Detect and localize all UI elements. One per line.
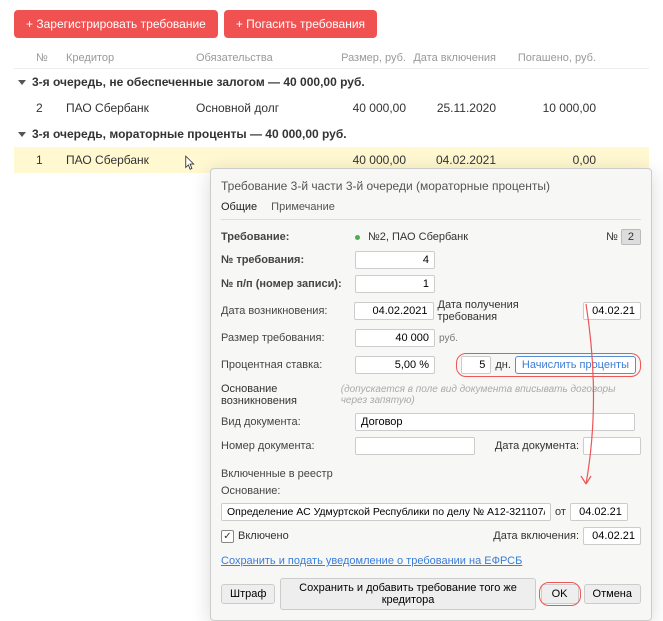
date-received-input[interactable] — [583, 302, 641, 320]
group-row-1[interactable]: 3-я очередь, не обеспеченные залогом — 4… — [14, 69, 649, 95]
date-included-input[interactable] — [583, 527, 641, 545]
label-date-received: Дата получения требования — [438, 299, 579, 323]
label-reqnum: № требования: — [221, 254, 351, 266]
table-header: № Кредитор Обязательства Размер, руб. Да… — [14, 48, 649, 69]
register-requirement-button[interactable]: + Зарегистрировать требование — [14, 10, 218, 38]
requirement-value: №2, ПАО Сбербанк — [368, 231, 468, 243]
label-recnum: № п/п (номер записи): — [221, 278, 351, 290]
payoff-requirements-button[interactable]: + Погасить требования — [224, 10, 377, 38]
label-basis: Основание возникновения — [221, 383, 337, 407]
modal-tabs: Общие Примечание — [221, 199, 641, 220]
included-section-label: Включенные в реестр — [221, 462, 641, 482]
calculate-interest-button[interactable]: Начислить проценты — [515, 356, 636, 374]
label-docnum: Номер документа: — [221, 440, 351, 452]
rate-input[interactable] — [355, 356, 435, 374]
label-date-origin: Дата возникновения: — [221, 305, 350, 317]
days-input[interactable] — [461, 356, 491, 374]
label-rate: Процентная ставка: — [221, 359, 351, 371]
table-row[interactable]: 2 ПАО Сбербанк Основной долг 40 000,00 2… — [14, 95, 649, 121]
label-basis2: Основание: — [221, 485, 351, 497]
basis2-date-input[interactable] — [570, 503, 628, 521]
doctype-input[interactable] — [355, 413, 635, 431]
save-add-button[interactable]: Сохранить и добавить требование того же … — [280, 578, 535, 610]
label-docdate: Дата документа: — [495, 440, 579, 452]
cancel-button[interactable]: Отмена — [584, 584, 641, 604]
col-date: Дата включения — [406, 52, 496, 64]
col-creditor: Кредитор — [66, 52, 196, 64]
col-num: № — [36, 52, 66, 64]
tab-general[interactable]: Общие — [221, 199, 257, 215]
label-included: Включено — [238, 530, 289, 542]
ok-button[interactable]: OK — [541, 584, 579, 604]
penalty-button[interactable]: Штраф — [221, 584, 275, 604]
docdate-input[interactable] — [583, 437, 641, 455]
label-doctype: Вид документа: — [221, 416, 351, 428]
chevron-down-icon — [18, 80, 26, 85]
cursor-icon — [184, 155, 198, 173]
recnum-input[interactable] — [355, 275, 435, 293]
tab-note[interactable]: Примечание — [271, 199, 335, 215]
included-checkbox[interactable]: ✓ — [221, 530, 234, 543]
save-efrsb-link[interactable]: Сохранить и подать уведомление о требова… — [221, 555, 522, 567]
modal-title: Требование 3-й части 3-й очереди (морато… — [221, 177, 641, 199]
label-requirement: Требование: — [221, 231, 351, 243]
label-amount: Размер требования: — [221, 332, 351, 344]
date-origin-input[interactable] — [354, 302, 434, 320]
requirement-modal: Требование 3-й части 3-й очереди (морато… — [210, 168, 652, 621]
col-paid: Погашено, руб. — [496, 52, 596, 64]
group-row-2[interactable]: 3-я очередь, мораторные проценты — 40 00… — [14, 121, 649, 147]
col-obligation: Обязательства — [196, 52, 316, 64]
status-dot-icon — [355, 235, 360, 240]
requirement-num-badge: 2 — [621, 229, 641, 245]
chevron-down-icon — [18, 132, 26, 137]
reqnum-input[interactable] — [355, 251, 435, 269]
basis2-input[interactable] — [221, 503, 551, 521]
docnum-input[interactable] — [355, 437, 475, 455]
col-amount: Размер, руб. — [316, 52, 406, 64]
basis-hint: (допускается в поле вид документа вписыв… — [341, 384, 641, 406]
amount-input[interactable] — [355, 329, 435, 347]
label-date-included: Дата включения: — [493, 530, 579, 542]
